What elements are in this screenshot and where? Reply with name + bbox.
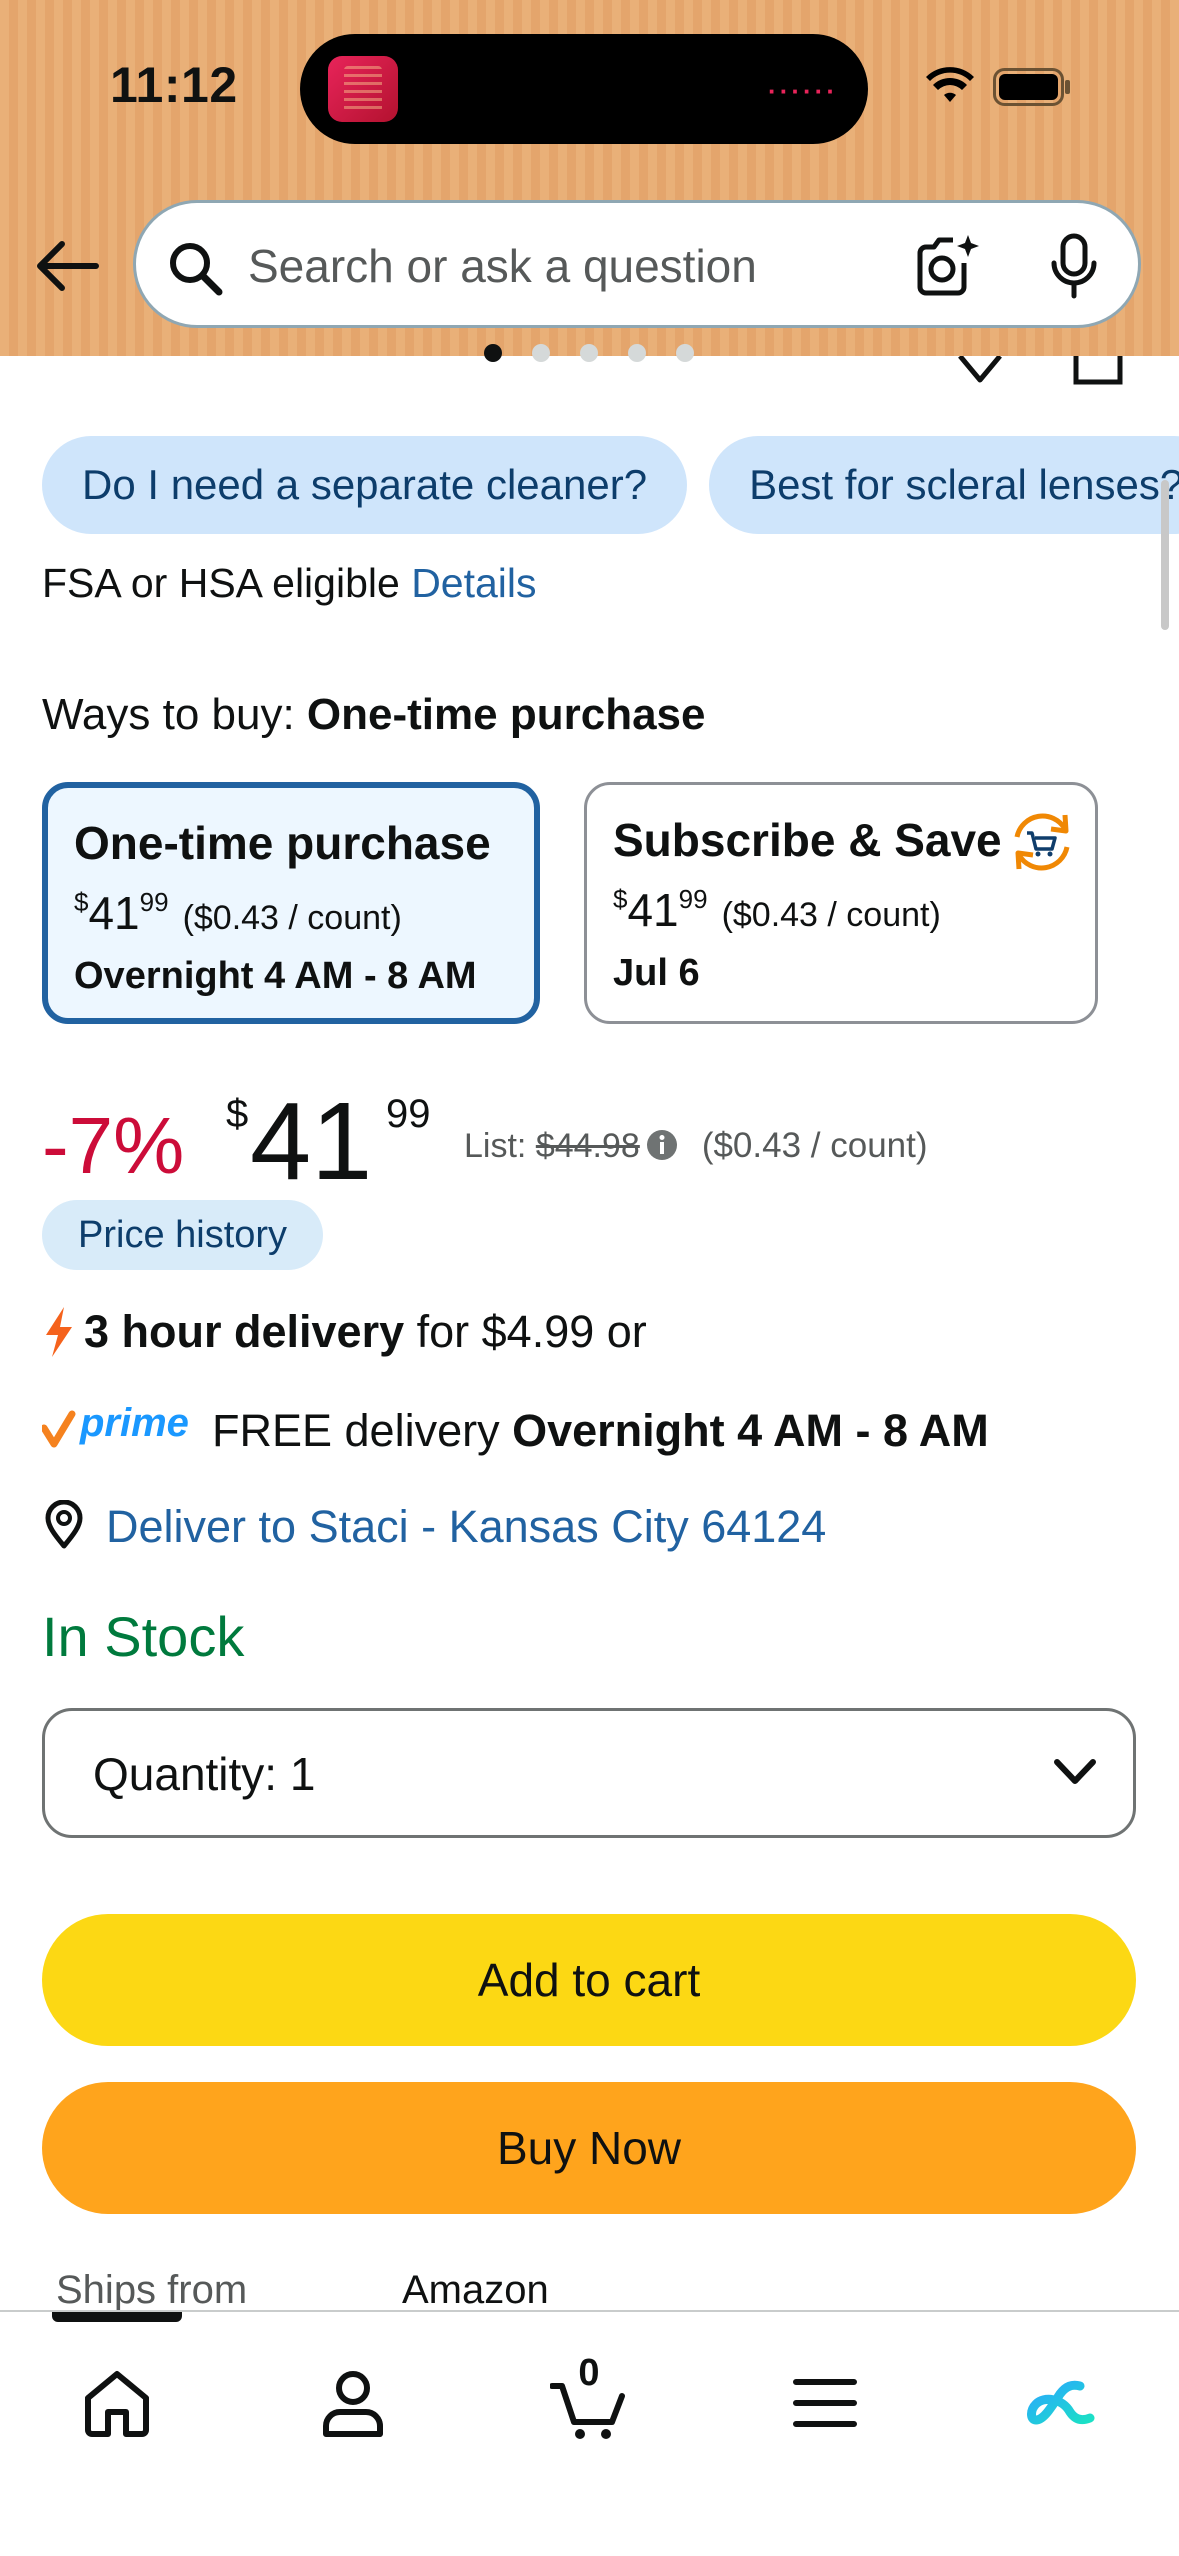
deliver-to-link[interactable]: Deliver to Staci - Kansas City 64124 (42, 1500, 826, 1553)
nav-cart[interactable]: 0 (534, 2348, 644, 2458)
list-price-value: $44.98 (535, 1127, 640, 1165)
fsa-eligibility: FSA or HSA eligible Details (42, 560, 537, 607)
nav-account[interactable] (298, 2348, 408, 2458)
dynamic-island: ······ (300, 34, 868, 144)
prime-delivery-line: prime FREE delivery Overnight 4 AM - 8 A… (42, 1402, 989, 1457)
list-price-label: List: (464, 1127, 527, 1165)
ways-to-buy-label: Ways to buy: (42, 690, 295, 739)
now-playing-thumbnail (328, 56, 398, 122)
price-currency: $ (226, 1092, 249, 1136)
option-title: One-time purchase (74, 817, 491, 869)
fast-delivery-bold: 3 hour delivery (84, 1306, 405, 1357)
question-chip[interactable]: Best for scleral lenses? (709, 436, 1179, 534)
nav-rufus[interactable] (1006, 2348, 1116, 2458)
option-per-count: ($0.43 / count) (182, 899, 402, 937)
price-whole: 41 (250, 1080, 373, 1203)
list-price: List: $44.98 ($0.43 / count) (464, 1126, 928, 1166)
quantity-select[interactable]: Quantity: 1 (42, 1708, 1136, 1838)
wifi-icon (926, 67, 974, 102)
question-chip[interactable]: Do I need a separate cleaner? (42, 436, 688, 534)
price-history-button[interactable]: Price history (42, 1200, 324, 1270)
search-input[interactable] (248, 231, 888, 301)
prime-delivery-text: FREE delivery (212, 1405, 500, 1456)
option-price: $4199 ($0.43 / count) (74, 887, 402, 939)
scrollbar[interactable] (1161, 480, 1169, 630)
audio-activity-icon: ······ (768, 76, 838, 106)
fsa-details-link[interactable]: Details (411, 560, 536, 606)
prime-delivery-window: Overnight 4 AM - 8 AM (512, 1405, 989, 1456)
quantity-label: Quantity: 1 (93, 1748, 316, 1800)
chevron-down-icon (1054, 1759, 1096, 1784)
ships-from-label: Ships from (56, 2268, 248, 2312)
search-bar[interactable] (133, 200, 1141, 328)
back-arrow-icon[interactable] (32, 236, 100, 296)
wishlist-heart-icon[interactable] (956, 356, 1004, 384)
price-fraction: 99 (386, 1092, 431, 1136)
microphone-icon[interactable] (1048, 233, 1100, 299)
ships-from-value: Amazon (402, 2268, 549, 2312)
buy-now-button[interactable]: Buy Now (42, 2082, 1136, 2214)
bottom-nav: 0 (0, 2310, 1179, 2556)
option-title: Subscribe & Save (613, 814, 1002, 866)
share-icon[interactable] (1072, 356, 1124, 386)
option-per-count: ($0.43 / count) (721, 896, 941, 934)
lightning-bolt-icon (46, 1307, 72, 1357)
quantity-value: 1 (289, 1748, 316, 1800)
nav-home[interactable] (62, 2348, 172, 2458)
fsa-text: FSA or HSA eligible (42, 560, 400, 606)
option-one-time-purchase[interactable]: One-time purchase $4199 ($0.43 / count) O… (42, 782, 540, 1024)
option-price: $4199 ($0.43 / count) (613, 884, 941, 936)
fast-delivery-line: 3 hour delivery for $4.99 or (42, 1306, 647, 1358)
ways-to-buy-value: One-time purchase (306, 690, 706, 739)
nav-menu[interactable] (770, 2348, 880, 2458)
deliver-to-text: Deliver to Staci - Kansas City 64124 (106, 1501, 827, 1552)
nav-active-indicator (52, 2312, 182, 2322)
discount-percent: -7% (42, 1101, 185, 1190)
option-delivery: Jul 6 (613, 952, 700, 994)
ways-to-buy: Ways to buy: One-time purchase (42, 690, 705, 740)
camera-lens-icon[interactable] (914, 233, 980, 297)
subscribe-cart-icon (1014, 813, 1070, 871)
option-subscribe-and-save[interactable]: Subscribe & Save $4199 ($0.43 / count) Ju… (584, 782, 1098, 1024)
menu-icon (793, 2379, 857, 2427)
cart-count: 0 (578, 2352, 600, 2394)
location-pin-icon (45, 1500, 83, 1549)
question-chips: Do I need a separate cleaner? Best for sc… (42, 436, 1179, 534)
header: 11:12 ······ (0, 0, 1179, 356)
account-icon (323, 2371, 383, 2437)
add-to-cart-button[interactable]: Add to cart (42, 1914, 1136, 2046)
prime-logo: prime (42, 1402, 189, 1448)
image-carousel-dots (484, 344, 694, 362)
fast-delivery-rest: for $4.99 or (416, 1306, 647, 1357)
search-icon (170, 243, 223, 296)
battery-icon (993, 68, 1070, 106)
price-per-count: ($0.43 / count) (701, 1126, 928, 1165)
status-time: 11:12 (110, 57, 238, 113)
svg-text:prime: prime (79, 1402, 189, 1445)
home-icon (85, 2371, 149, 2437)
option-delivery: Overnight 4 AM - 8 AM (74, 955, 477, 997)
info-icon[interactable] (646, 1129, 678, 1161)
rufus-icon (1027, 2380, 1095, 2425)
stock-status: In Stock (42, 1605, 245, 1668)
